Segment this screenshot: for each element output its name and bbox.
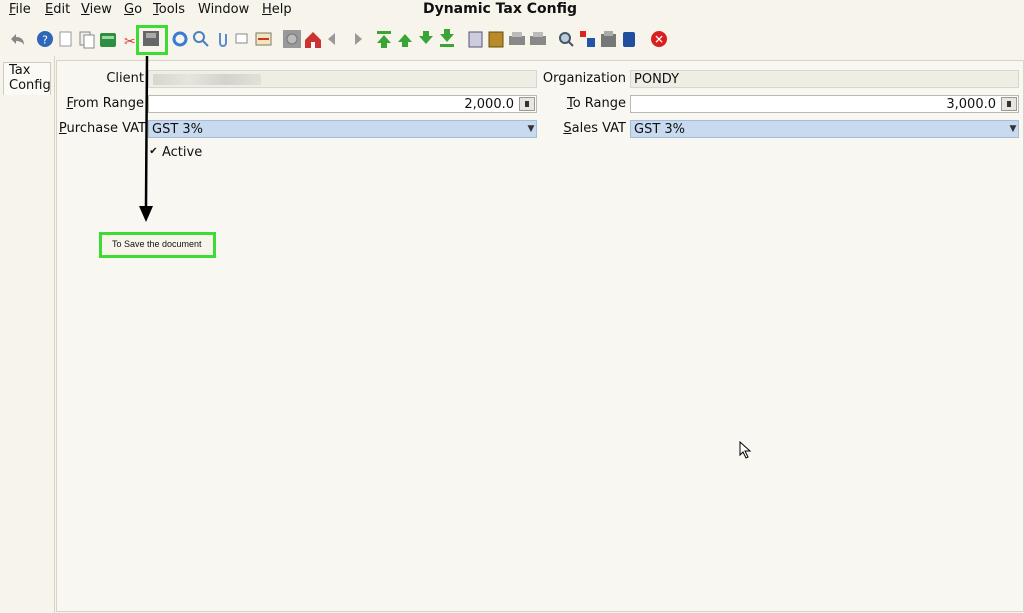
archive-icon[interactable]	[100, 33, 116, 47]
previous-record-icon[interactable]	[398, 34, 412, 47]
copy-record-icon[interactable]	[79, 31, 95, 49]
purchase-vat-select[interactable]: GST 3% ▼	[148, 120, 537, 138]
parent-record-icon[interactable]	[328, 33, 335, 45]
refresh-icon[interactable]	[172, 31, 188, 47]
tab-tax-config[interactable]: Tax Config	[3, 62, 51, 95]
history-icon[interactable]	[283, 30, 301, 48]
save-annotation-text: To Save the document	[112, 239, 202, 249]
report-icon[interactable]	[255, 32, 272, 46]
request-icon[interactable]	[580, 31, 595, 47]
client-field	[148, 70, 537, 88]
new-record-icon[interactable]	[59, 31, 72, 47]
organization-field: PONDY	[630, 70, 1019, 88]
delete-icon[interactable]: ✂	[124, 34, 136, 50]
calculator-icon	[1007, 101, 1011, 107]
menu-bar: File Edit View Go Tools Window Help Dyna…	[0, 0, 1024, 22]
organization-label: Organization	[542, 71, 626, 86]
home-icon[interactable]	[305, 32, 321, 48]
attachment-icon[interactable]	[219, 33, 227, 47]
chevron-down-icon[interactable]: ▼	[526, 121, 536, 137]
zoom-across-icon[interactable]	[559, 32, 574, 47]
sidebar	[0, 56, 55, 613]
svg-text:✕: ✕	[654, 33, 664, 47]
calculator-button[interactable]	[1001, 97, 1017, 111]
svg-text:✂: ✂	[124, 34, 136, 50]
detail-record-icon[interactable]	[355, 33, 362, 45]
mouse-cursor-icon	[739, 441, 752, 459]
last-record-icon[interactable]	[440, 29, 454, 47]
tab-label-line1: Tax	[9, 63, 31, 78]
calculator-icon	[525, 101, 529, 107]
to-range-input[interactable]: 3,000.0	[630, 95, 1019, 113]
form-panel	[56, 60, 1024, 612]
sales-vat-label: Sales VAT	[563, 121, 626, 136]
save-annotation-box: To Save the document	[99, 232, 216, 258]
print-preview-icon[interactable]	[509, 32, 525, 45]
exit-icon[interactable]: ✕	[651, 31, 667, 47]
save-highlight-box	[136, 25, 168, 55]
product-info-icon[interactable]	[468, 31, 483, 48]
active-workflows-icon[interactable]	[623, 32, 635, 47]
window-title: Dynamic Tax Config	[422, 1, 578, 17]
archived-docs-icon[interactable]	[601, 31, 616, 47]
first-record-icon[interactable]	[377, 31, 391, 48]
chevron-down-icon[interactable]: ▼	[1008, 121, 1018, 137]
print-icon[interactable]	[530, 32, 546, 45]
chat-icon[interactable]	[235, 33, 248, 44]
undo-icon[interactable]	[11, 34, 24, 45]
client-value-blurred	[153, 74, 261, 85]
find-icon[interactable]	[193, 31, 209, 47]
sales-vat-select[interactable]: GST 3% ▼	[630, 120, 1019, 138]
help-icon[interactable]: ?	[37, 31, 53, 47]
tab-label-line2: Config	[9, 78, 51, 93]
from-range-input[interactable]: 2,000.0	[148, 95, 537, 113]
to-range-label: To Range	[566, 96, 626, 111]
next-record-icon[interactable]	[419, 31, 433, 44]
from-range-value: 2,000.0	[464, 97, 514, 112]
sales-vat-value: GST 3%	[634, 122, 686, 137]
to-range-value: 3,000.0	[946, 97, 996, 112]
svg-text:?: ?	[42, 34, 48, 47]
annotation-arrow	[139, 55, 153, 222]
calculator-button[interactable]	[519, 97, 535, 111]
workflow-icon[interactable]	[488, 31, 504, 48]
active-label: Active	[162, 145, 203, 160]
